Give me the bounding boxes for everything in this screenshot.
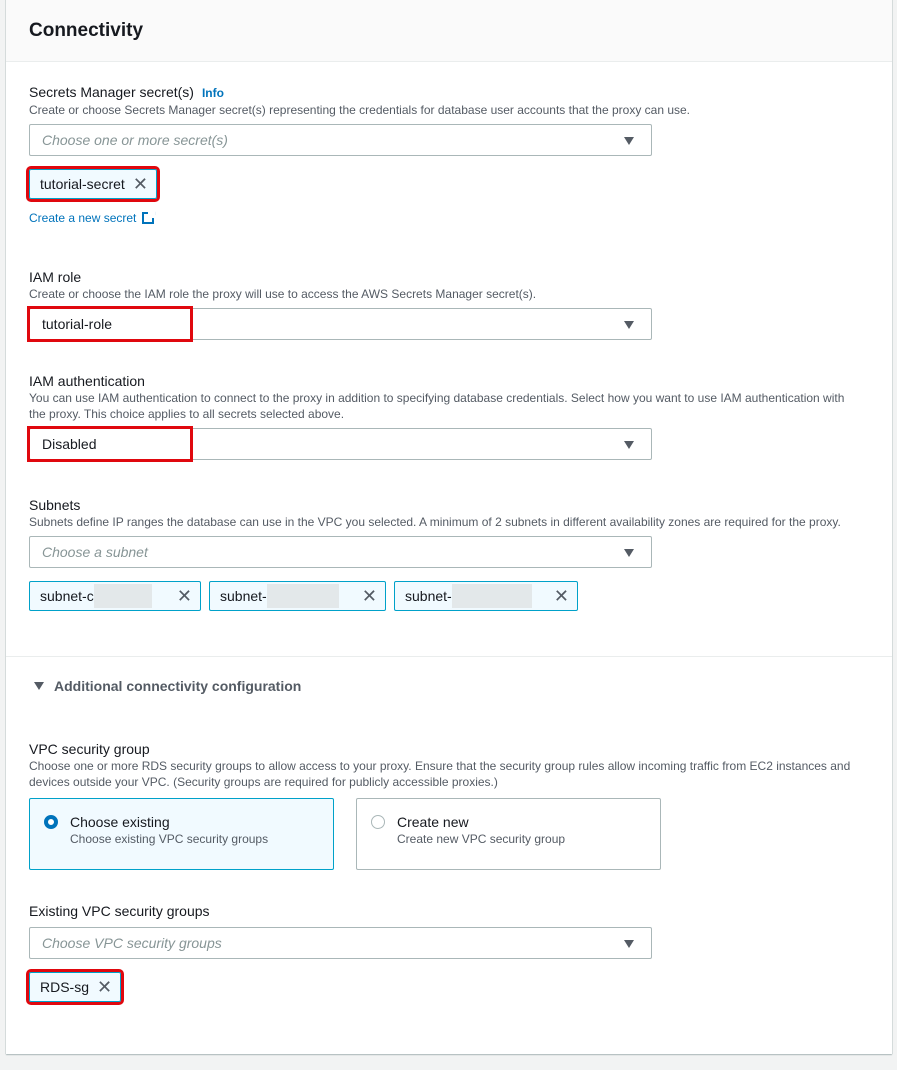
secrets-field: Secrets Manager secret(s) Info Create or … xyxy=(26,83,859,227)
info-link[interactable]: Info xyxy=(202,86,224,100)
tile-description: Create new VPC security group xyxy=(397,832,566,846)
create-new-tile[interactable]: Create new Create new VPC security group xyxy=(356,798,661,870)
create-secret-link[interactable]: Create a new secret ↗ xyxy=(29,209,156,225)
remove-icon[interactable]: ✕ xyxy=(97,978,112,996)
vpc-sg-field: VPC security group Choose one or more RD… xyxy=(29,740,859,870)
remove-icon[interactable]: ✕ xyxy=(133,175,148,193)
choose-existing-tile[interactable]: Choose existing Choose existing VPC secu… xyxy=(29,798,334,870)
iam-role-description: Create or choose the IAM role the proxy … xyxy=(29,287,537,301)
secrets-label: Secrets Manager secret(s) xyxy=(29,84,194,100)
iam-auth-field: IAM authentication You can use IAM authe… xyxy=(27,372,859,462)
iam-auth-label: IAM authentication xyxy=(29,373,145,389)
subnets-description: Subnets define IP ranges the database ca… xyxy=(29,515,841,529)
subnets-label: Subnets xyxy=(29,497,81,513)
secret-chip: tutorial-secret ✕ xyxy=(26,166,160,202)
panel-title: Connectivity xyxy=(29,19,144,41)
existing-sg-placeholder: Choose VPC security groups xyxy=(42,935,222,951)
redacted-block xyxy=(451,584,532,608)
vpc-sg-description: Choose one or more RDS security groups t… xyxy=(29,759,851,789)
additional-config-label: Additional connectivity configuration xyxy=(54,678,302,694)
highlight-box xyxy=(27,426,193,462)
vpc-sg-label: VPC security group xyxy=(29,741,150,757)
existing-sg-field: Existing VPC security groups Choose VPC … xyxy=(25,902,859,1005)
remove-icon[interactable]: ✕ xyxy=(362,587,377,605)
tile-description: Choose existing VPC security groups xyxy=(70,832,269,846)
iam-role-label: IAM role xyxy=(29,269,82,285)
secrets-select[interactable]: Choose one or more secret(s) xyxy=(29,124,652,156)
secrets-description: Create or choose Secrets Manager secret(… xyxy=(29,103,691,117)
existing-sg-label: Existing VPC security groups xyxy=(29,903,210,919)
caret-down-icon xyxy=(624,940,634,948)
tile-title: Create new xyxy=(397,814,469,830)
existing-sg-select[interactable]: Choose VPC security groups xyxy=(29,927,652,959)
secrets-placeholder: Choose one or more secret(s) xyxy=(42,132,228,148)
subnets-placeholder: Choose a subnet xyxy=(42,544,148,560)
tile-title: Choose existing xyxy=(70,814,170,830)
subnet-chip: subnet- ✕ xyxy=(394,581,578,611)
additional-config-toggle[interactable]: Additional connectivity configuration xyxy=(34,678,301,694)
radio-unselected-icon[interactable] xyxy=(371,815,385,829)
iam-role-select[interactable]: tutorial-role xyxy=(27,306,652,342)
subnets-select[interactable]: Choose a subnet xyxy=(29,536,652,568)
caret-down-icon xyxy=(624,137,634,145)
caret-down-icon xyxy=(624,441,634,449)
chip-label: tutorial-secret xyxy=(40,176,125,192)
sg-chip: RDS-sg ✕ xyxy=(25,969,125,1005)
subnet-chip: subnet-c ✕ xyxy=(29,581,201,611)
caret-down-icon xyxy=(624,549,634,557)
subnets-field: Subnets Subnets define IP ranges the dat… xyxy=(29,496,859,611)
section-divider xyxy=(6,656,892,657)
subnet-chip: subnet- ✕ xyxy=(209,581,386,611)
panel-header: Connectivity xyxy=(6,0,892,62)
iam-auth-description: You can use IAM authentication to connec… xyxy=(29,391,845,421)
chip-label: subnet- xyxy=(220,588,267,604)
remove-icon[interactable]: ✕ xyxy=(177,587,192,605)
chip-label: subnet-c xyxy=(40,588,94,604)
iam-auth-select[interactable]: Disabled xyxy=(27,426,652,462)
external-link-icon: ↗ xyxy=(142,209,156,224)
redacted-block xyxy=(93,584,152,608)
create-secret-label: Create a new secret xyxy=(29,211,137,225)
iam-role-field: IAM role Create or choose the IAM role t… xyxy=(27,268,859,342)
chip-label: RDS-sg xyxy=(40,979,90,995)
remove-icon[interactable]: ✕ xyxy=(554,587,569,605)
highlight-box xyxy=(27,306,193,342)
caret-down-icon xyxy=(624,321,634,329)
caret-down-icon xyxy=(34,682,44,690)
redacted-block xyxy=(266,584,339,608)
connectivity-panel: Connectivity Secrets Manager secret(s) In… xyxy=(5,0,893,1054)
radio-selected-icon[interactable] xyxy=(44,815,58,829)
chip-label: subnet- xyxy=(405,588,452,604)
